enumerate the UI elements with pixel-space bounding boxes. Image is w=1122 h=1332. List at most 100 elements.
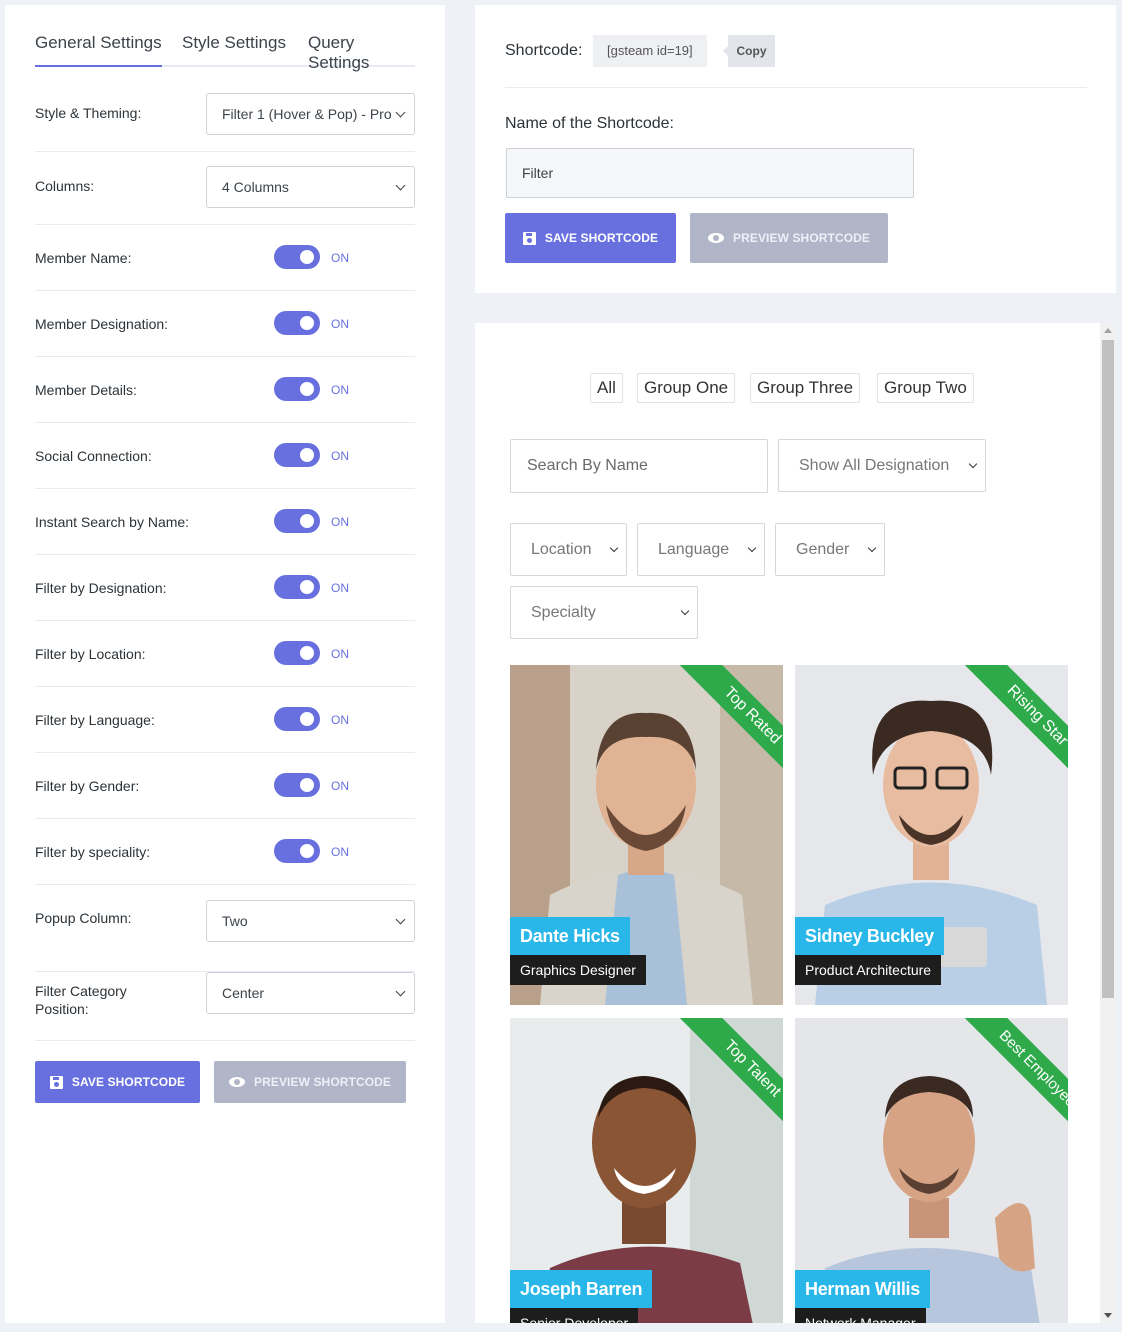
location-select-value: Location bbox=[531, 540, 592, 558]
preview-shortcode-button-top[interactable]: PREVIEW SHORTCODE bbox=[690, 213, 888, 263]
member-card[interactable]: Top Rated Dante Hicks Graphics Designer bbox=[510, 665, 783, 1005]
tab-general-settings[interactable]: General Settings bbox=[35, 33, 162, 67]
toggle-knob bbox=[300, 316, 314, 330]
filter-category-position-row: Filter Category Position: Center bbox=[35, 972, 415, 1041]
scrollbar-thumb[interactable] bbox=[1102, 340, 1114, 998]
toggle-state: ON bbox=[331, 845, 349, 859]
filter-group-two-button[interactable]: Group Two bbox=[877, 373, 974, 403]
member-name-toggle[interactable] bbox=[274, 245, 320, 269]
member-card[interactable]: Rising Star Sidney Buckley Product Archi… bbox=[795, 665, 1068, 1005]
copy-button[interactable]: Copy bbox=[723, 35, 775, 67]
filter-location-toggle[interactable] bbox=[274, 641, 320, 665]
toggle-row-instant-search: Instant Search by Name: ON bbox=[35, 489, 415, 555]
toggle-state: ON bbox=[331, 779, 349, 793]
toggle-state: ON bbox=[331, 317, 349, 331]
filter-group-three-button[interactable]: Group Three bbox=[750, 373, 861, 403]
toggle-label: Filter by Location: bbox=[35, 646, 146, 662]
member-card[interactable]: Top Talent Joseph Barren Senior Develope… bbox=[510, 1018, 783, 1323]
instant-search-toggle[interactable] bbox=[274, 509, 320, 533]
chevron-down-icon bbox=[395, 986, 406, 997]
ribbon-label: Best Employee bbox=[959, 1018, 1068, 1147]
filter-speciality-toggle[interactable] bbox=[274, 839, 320, 863]
member-name: Herman Willis bbox=[795, 1270, 930, 1308]
toggle-knob bbox=[300, 712, 314, 726]
toggle-knob bbox=[300, 646, 314, 660]
popup-column-label: Popup Column: bbox=[35, 910, 132, 926]
shortcode-label: Shortcode: bbox=[505, 42, 583, 59]
filter-language-toggle[interactable] bbox=[274, 707, 320, 731]
social-connection-toggle[interactable] bbox=[274, 443, 320, 467]
toggle-label: Filter by Gender: bbox=[35, 778, 140, 794]
chevron-down-icon bbox=[867, 543, 877, 552]
toggle-state: ON bbox=[331, 251, 349, 265]
save-shortcode-label: SAVE SHORTCODE bbox=[71, 1075, 186, 1089]
member-name: Sidney Buckley bbox=[795, 917, 944, 955]
preview-shortcode-button[interactable]: PREVIEW SHORTCODE bbox=[214, 1061, 406, 1103]
member-name: Dante Hicks bbox=[510, 917, 630, 955]
search-by-name-input[interactable]: Search By Name bbox=[510, 439, 768, 493]
style-theming-select[interactable]: Filter 1 (Hover & Pop) - Pro bbox=[206, 93, 415, 135]
tab-query-settings[interactable]: Query Settings bbox=[308, 33, 415, 72]
save-icon bbox=[522, 231, 536, 245]
style-theming-value: Filter 1 (Hover & Pop) - Pro bbox=[222, 106, 392, 122]
save-icon bbox=[49, 1075, 63, 1089]
filter-gender-toggle[interactable] bbox=[274, 773, 320, 797]
filter-group-one-button[interactable]: Group One bbox=[637, 373, 736, 403]
vertical-scrollbar[interactable] bbox=[1100, 323, 1116, 1323]
member-role: Graphics Designer bbox=[510, 955, 646, 985]
toggle-label: Member Designation: bbox=[35, 316, 169, 332]
tab-style-settings[interactable]: Style Settings bbox=[182, 33, 286, 65]
eye-icon bbox=[707, 233, 724, 243]
member-card[interactable]: Best Employee Herman Willis Network Mana… bbox=[795, 1018, 1068, 1323]
specialty-select-value: Specialty bbox=[531, 603, 596, 621]
ribbon-label: Top Talent bbox=[674, 1018, 783, 1147]
filter-all-button[interactable]: All bbox=[590, 373, 623, 403]
divider bbox=[505, 87, 1087, 88]
toggle-row-filter-speciality: Filter by speciality: ON bbox=[35, 819, 415, 885]
language-select[interactable]: Language bbox=[637, 523, 765, 576]
shortcode-value: [gsteam id=19] bbox=[593, 35, 707, 67]
member-designation-toggle[interactable] bbox=[274, 311, 320, 335]
scroll-up-arrow-icon[interactable] bbox=[1104, 328, 1112, 333]
member-details-toggle[interactable] bbox=[274, 377, 320, 401]
toggle-knob bbox=[300, 580, 314, 594]
eye-icon bbox=[228, 1077, 245, 1087]
toggle-state: ON bbox=[331, 713, 349, 727]
toggle-label: Filter by Designation: bbox=[35, 580, 167, 596]
toggle-row-member-designation: Member Designation: ON bbox=[35, 291, 415, 357]
chevron-down-icon bbox=[395, 107, 406, 118]
settings-tabs: General Settings Style Settings Query Se… bbox=[35, 33, 415, 72]
shortcode-name-input[interactable] bbox=[506, 148, 914, 198]
ribbon: Top Rated bbox=[653, 665, 783, 795]
member-role: Network Manager bbox=[795, 1308, 926, 1323]
ribbon: Rising Star bbox=[938, 665, 1068, 795]
columns-row: Columns: 4 Columns bbox=[35, 152, 415, 225]
member-name: Joseph Barren bbox=[510, 1270, 653, 1308]
toggle-row-member-details: Member Details: ON bbox=[35, 357, 415, 423]
toggle-state: ON bbox=[331, 449, 349, 463]
gender-select[interactable]: Gender bbox=[775, 523, 885, 576]
toggle-label: Social Connection: bbox=[35, 448, 152, 464]
filter-designation-toggle[interactable] bbox=[274, 575, 320, 599]
designation-select[interactable]: Show All Designation bbox=[778, 439, 986, 492]
save-shortcode-button[interactable]: SAVE SHORTCODE bbox=[35, 1061, 200, 1103]
ribbon: Best Employee bbox=[938, 1018, 1068, 1148]
style-theming-label: Style & Theming: bbox=[35, 105, 142, 121]
columns-select[interactable]: 4 Columns bbox=[206, 166, 415, 208]
ribbon-label: Top Rated bbox=[674, 665, 783, 794]
preview-shortcode-label: PREVIEW SHORTCODE bbox=[253, 1075, 392, 1089]
shortcode-name-label: Name of the Shortcode: bbox=[505, 115, 674, 132]
columns-label: Columns: bbox=[35, 178, 95, 194]
filter-category-position-select[interactable]: Center bbox=[206, 972, 415, 1014]
location-select[interactable]: Location bbox=[510, 523, 627, 576]
settings-panel: General Settings Style Settings Query Se… bbox=[5, 5, 445, 1323]
save-shortcode-button-top[interactable]: SAVE SHORTCODE bbox=[505, 213, 676, 263]
specialty-select[interactable]: Specialty bbox=[510, 586, 698, 639]
scroll-down-arrow-icon[interactable] bbox=[1104, 1313, 1112, 1318]
ribbon-label: Rising Star bbox=[959, 665, 1068, 794]
toggle-knob bbox=[300, 844, 314, 858]
chevron-down-icon bbox=[609, 543, 619, 552]
chevron-down-icon bbox=[395, 180, 406, 191]
popup-column-select[interactable]: Two bbox=[206, 900, 415, 942]
designation-select-value: Show All Designation bbox=[799, 456, 950, 474]
